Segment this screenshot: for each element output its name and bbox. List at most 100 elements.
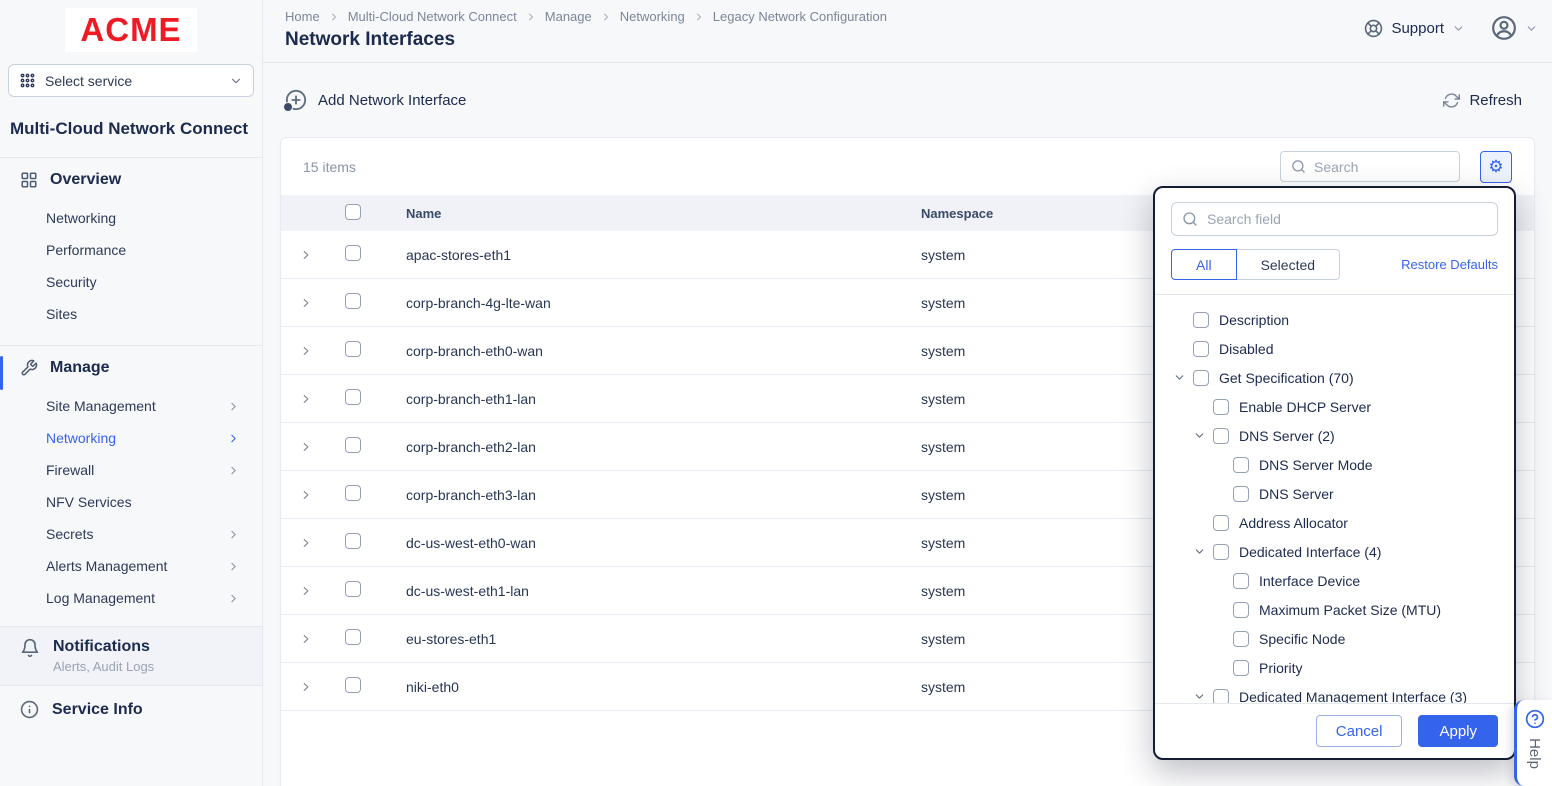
- field-option[interactable]: Description: [1155, 305, 1514, 334]
- row-checkbox[interactable]: [345, 437, 361, 453]
- sidebar-item-notifications[interactable]: Notifications Alerts, Audit Logs: [0, 626, 262, 686]
- breadcrumb-link[interactable]: Manage: [545, 9, 592, 24]
- sidebar-item[interactable]: Networking: [0, 202, 262, 234]
- sidebar-item[interactable]: NFV Services: [0, 486, 262, 518]
- row-expander-icon[interactable]: [299, 584, 313, 598]
- chevron-down-icon[interactable]: [1193, 429, 1206, 442]
- search-input[interactable]: [1314, 159, 1449, 175]
- field-option[interactable]: Dedicated Interface (4): [1155, 537, 1514, 566]
- field-option[interactable]: Maximum Packet Size (MTU): [1155, 595, 1514, 624]
- sidebar: ACME Select service Multi-Cloud Network …: [0, 0, 263, 786]
- row-expander-icon[interactable]: [299, 536, 313, 550]
- field-label: Priority: [1259, 660, 1303, 676]
- notifications-label: Notifications: [53, 638, 154, 656]
- breadcrumb: Home Multi-Cloud Network Connect Manage: [285, 9, 887, 24]
- row-expander-icon[interactable]: [299, 296, 313, 310]
- support-label: Support: [1391, 20, 1444, 37]
- field-checkbox[interactable]: [1233, 573, 1249, 589]
- row-expander-icon[interactable]: [299, 680, 313, 694]
- field-checkbox[interactable]: [1233, 457, 1249, 473]
- field-checkbox[interactable]: [1233, 631, 1249, 647]
- breadcrumb-link[interactable]: Home: [285, 9, 320, 24]
- row-expander-icon[interactable]: [299, 392, 313, 406]
- sidebar-item[interactable]: Networking: [0, 422, 262, 454]
- field-option[interactable]: Interface Device: [1155, 566, 1514, 595]
- field-checkbox[interactable]: [1213, 544, 1229, 560]
- field-checkbox[interactable]: [1233, 660, 1249, 676]
- field-label: Description: [1219, 312, 1289, 328]
- gear-icon: ⚙: [1488, 158, 1503, 175]
- row-expander-icon[interactable]: [299, 632, 313, 646]
- refresh-button[interactable]: Refresh: [1443, 92, 1522, 109]
- service-selector[interactable]: Select service: [8, 64, 254, 97]
- restore-defaults-link[interactable]: Restore Defaults: [1401, 257, 1498, 272]
- sidebar-item-overview[interactable]: Overview: [0, 158, 262, 202]
- field-checkbox[interactable]: [1213, 428, 1229, 444]
- row-checkbox[interactable]: [345, 485, 361, 501]
- interface-name: corp-branch-4g-lte-wan: [389, 295, 904, 311]
- sidebar-item-service-info[interactable]: Service Info: [0, 686, 262, 733]
- field-option[interactable]: Enable DHCP Server: [1155, 392, 1514, 421]
- field-option[interactable]: DNS Server: [1155, 479, 1514, 508]
- row-checkbox[interactable]: [345, 389, 361, 405]
- chevron-down-icon[interactable]: [1193, 690, 1206, 703]
- sidebar-item[interactable]: Secrets: [0, 518, 262, 550]
- row-checkbox[interactable]: [345, 677, 361, 693]
- field-checkbox[interactable]: [1193, 312, 1209, 328]
- breadcrumb-link[interactable]: Legacy Network Configuration: [713, 9, 887, 24]
- field-checkbox[interactable]: [1193, 341, 1209, 357]
- row-expander-icon[interactable]: [299, 248, 313, 262]
- cancel-button[interactable]: Cancel: [1316, 715, 1403, 747]
- field-checkbox[interactable]: [1193, 370, 1209, 386]
- add-network-interface-button[interactable]: Add Network Interface: [285, 89, 466, 111]
- field-option[interactable]: DNS Server Mode: [1155, 450, 1514, 479]
- acme-logo: ACME: [65, 8, 197, 52]
- add-circle-icon: [285, 89, 307, 111]
- row-expander-icon[interactable]: [299, 344, 313, 358]
- sidebar-item[interactable]: Site Management: [0, 390, 262, 422]
- field-option[interactable]: Disabled: [1155, 334, 1514, 363]
- field-option[interactable]: Address Allocator: [1155, 508, 1514, 537]
- sidebar-item[interactable]: Security: [0, 266, 262, 298]
- field-checkbox[interactable]: [1233, 486, 1249, 502]
- sidebar-item[interactable]: Sites: [0, 298, 262, 330]
- row-expander-icon[interactable]: [299, 488, 313, 502]
- help-tab[interactable]: Help: [1514, 700, 1552, 786]
- field-checkbox[interactable]: [1233, 602, 1249, 618]
- avatar-icon: [1491, 15, 1517, 41]
- field-checkbox[interactable]: [1213, 399, 1229, 415]
- breadcrumb-link[interactable]: Networking: [620, 9, 685, 24]
- field-option[interactable]: DNS Server (2): [1155, 421, 1514, 450]
- table-search: [1280, 151, 1460, 182]
- sidebar-item[interactable]: Alerts Management: [0, 550, 262, 582]
- support-menu[interactable]: Support: [1364, 19, 1465, 38]
- apply-button[interactable]: Apply: [1418, 715, 1498, 747]
- field-option[interactable]: Dedicated Management Interface (3): [1155, 682, 1514, 703]
- tab-selected[interactable]: Selected: [1237, 249, 1340, 280]
- sidebar-item-manage[interactable]: Manage: [0, 346, 262, 390]
- row-checkbox[interactable]: [345, 245, 361, 261]
- row-checkbox[interactable]: [345, 581, 361, 597]
- row-expander-icon[interactable]: [299, 440, 313, 454]
- field-checkbox[interactable]: [1213, 689, 1229, 704]
- field-option[interactable]: Get Specification (70): [1155, 363, 1514, 392]
- field-checkbox[interactable]: [1213, 515, 1229, 531]
- column-header-name: Name: [389, 206, 904, 221]
- field-option[interactable]: Priority: [1155, 653, 1514, 682]
- select-all-checkbox[interactable]: [345, 204, 361, 220]
- sidebar-item[interactable]: Performance: [0, 234, 262, 266]
- row-checkbox[interactable]: [345, 293, 361, 309]
- breadcrumb-link[interactable]: Multi-Cloud Network Connect: [348, 9, 517, 24]
- field-option[interactable]: Specific Node: [1155, 624, 1514, 653]
- chevron-down-icon[interactable]: [1193, 545, 1206, 558]
- column-settings-button[interactable]: ⚙: [1480, 151, 1512, 183]
- row-checkbox[interactable]: [345, 629, 361, 645]
- row-checkbox[interactable]: [345, 341, 361, 357]
- row-checkbox[interactable]: [345, 533, 361, 549]
- sidebar-item[interactable]: Log Management: [0, 582, 262, 614]
- field-search-input[interactable]: [1207, 211, 1487, 227]
- tab-all[interactable]: All: [1171, 249, 1237, 280]
- chevron-down-icon[interactable]: [1173, 371, 1186, 384]
- sidebar-item[interactable]: Firewall: [0, 454, 262, 486]
- user-menu[interactable]: [1491, 15, 1538, 41]
